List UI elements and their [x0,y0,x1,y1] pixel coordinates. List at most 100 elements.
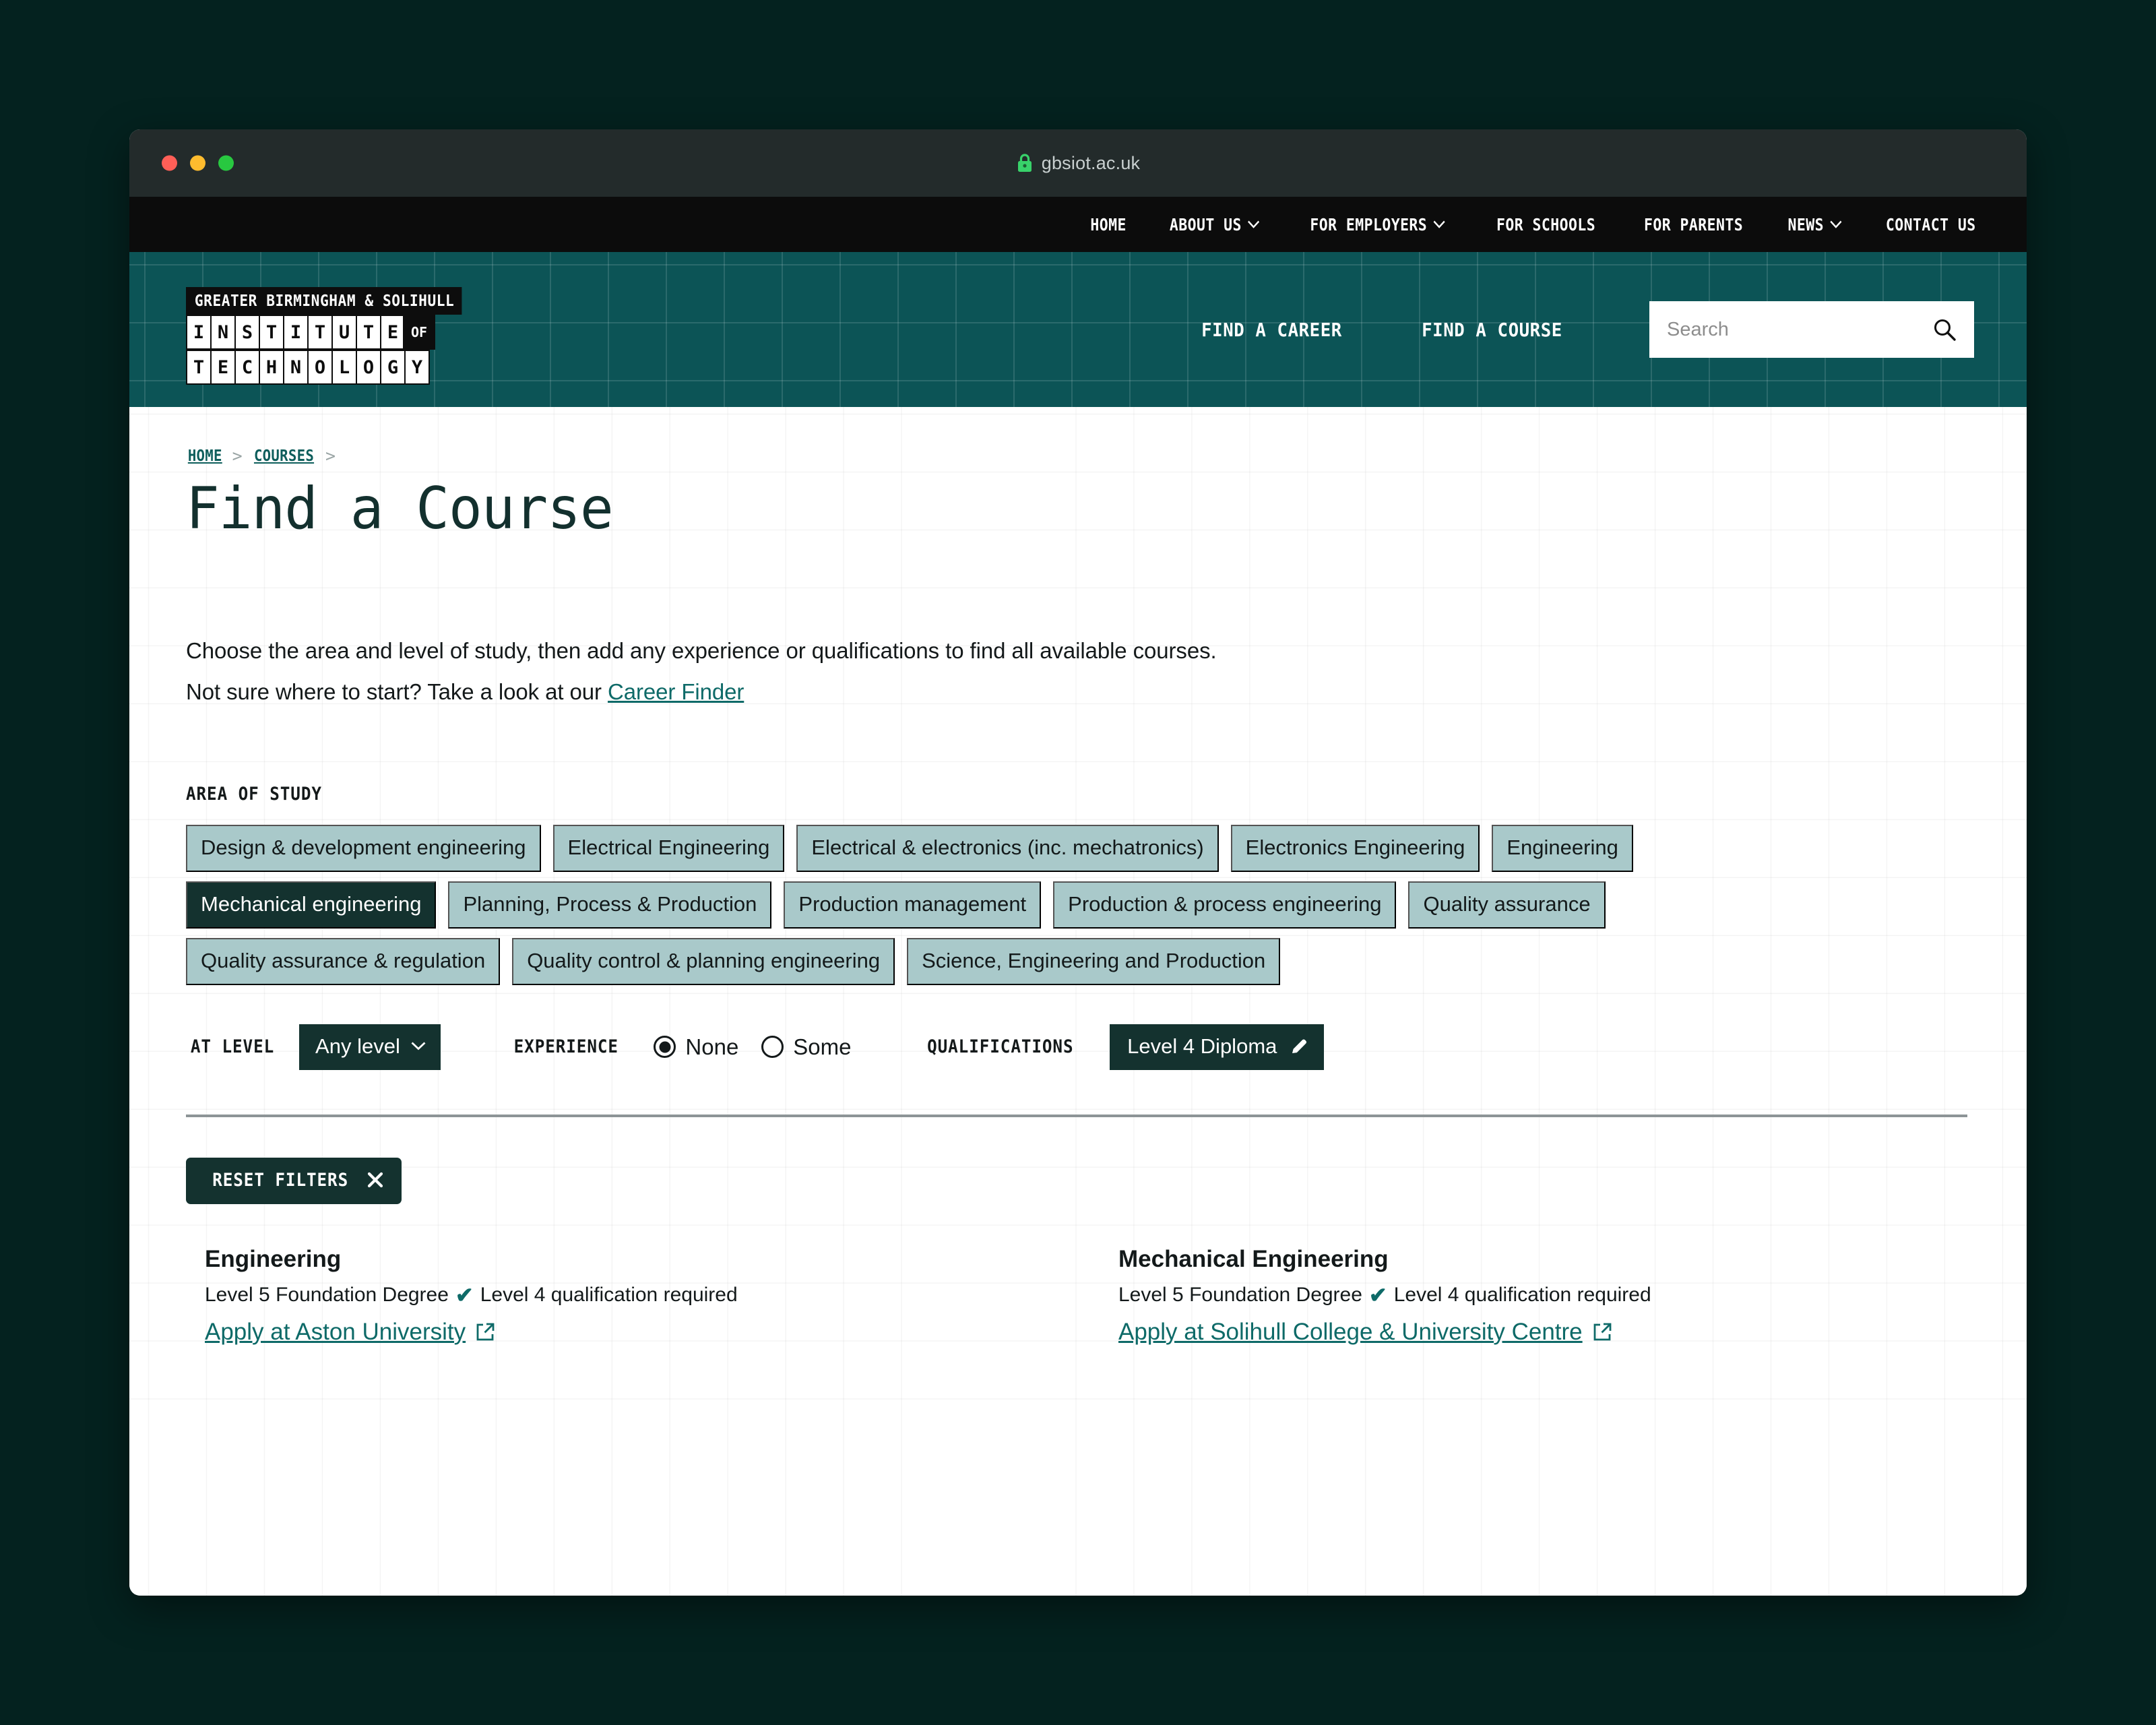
qualification-value: Level 4 Diploma [1127,1034,1277,1058]
logo-tile: N [283,350,309,385]
logo-tile: G [380,350,406,385]
logo-of-label: OF [403,315,435,350]
browser-titlebar: gbsiot.ac.uk [129,129,2027,197]
qualification-edit-button[interactable]: Level 4 Diploma [1110,1024,1325,1070]
apply-link-label: Apply at Aston University [205,1318,466,1345]
logo-tile: I [186,315,212,350]
chip-production-process-engineering[interactable]: Production & process engineering [1053,881,1397,929]
topnav-label: FOR SCHOOLS [1496,214,1596,234]
find-a-career-link[interactable]: FIND A CAREER [1170,319,1373,341]
chevron-down-icon [1247,220,1259,228]
chip-engineering[interactable]: Engineering [1492,825,1633,872]
area-of-study-chips: Design & development engineering Electri… [186,825,1877,985]
logo-tile: T [186,350,212,385]
pencil-icon [1292,1039,1307,1053]
logo-tile: H [259,350,284,385]
site-search [1649,301,1974,358]
course-meta: Level 5 Foundation Degree ✔ Level 4 qual… [205,1282,1118,1308]
reset-filters-button[interactable]: RESET FILTERS [186,1157,402,1204]
intro-text: Choose the area and level of study, then… [186,630,1970,712]
apply-link-label: Apply at Solihull College & University C… [1118,1318,1583,1345]
topnav-item-home[interactable]: HOME [1091,215,1127,234]
find-a-course-link[interactable]: FIND A COURSE [1391,319,1593,341]
course-meta: Level 5 Foundation Degree ✔ Level 4 qual… [1118,1282,1970,1308]
breadcrumb-separator: > [325,446,336,466]
address-bar[interactable]: gbsiot.ac.uk [1016,153,1140,174]
topnav-label: NEWS [1787,214,1825,234]
page-content: HOME > COURSES > Find a Course Choose th… [129,407,2027,1596]
search-icon[interactable] [1932,317,1957,342]
filters-divider [186,1114,1967,1117]
topnav-item-for-employers[interactable]: FOR EMPLOYERS [1310,215,1445,234]
experience-option-none[interactable]: None [654,1034,738,1060]
level-select[interactable]: Any level [299,1024,441,1070]
external-link-icon [476,1323,495,1340]
apply-link[interactable]: Apply at Solihull College & University C… [1118,1319,1612,1346]
logo-top-line: GREATER BIRMINGHAM & SOLIHULL [186,287,462,315]
course-title: Mechanical Engineering [1118,1245,1389,1272]
radio-indicator-some[interactable] [761,1036,784,1059]
chevron-down-icon [1433,220,1445,228]
masthead-actions: FIND A CAREER FIND A COURSE [1162,301,1974,358]
chip-quality-assurance-regulation[interactable]: Quality assurance & regulation [186,937,501,985]
course-requirement: Level 4 qualification required [1393,1283,1651,1306]
chevron-down-icon [411,1042,426,1050]
chip-mechanical-engineering[interactable]: Mechanical engineering [186,881,437,929]
intro-line-2-prefix: Not sure where to start? Take a look at … [186,679,608,705]
chip-electronics-engineering[interactable]: Electronics Engineering [1230,825,1480,872]
chip-production-management[interactable]: Production management [784,881,1042,929]
chip-planning-process-production[interactable]: Planning, Process & Production [448,881,772,929]
breadcrumb-item-courses[interactable]: COURSES [254,447,314,465]
experience-option-none-label: None [685,1034,739,1059]
logo-tile: T [259,315,284,350]
apply-link[interactable]: Apply at Aston University [205,1319,495,1346]
course-title: Engineering [205,1245,342,1272]
close-window-button[interactable] [162,155,177,171]
area-of-study-label: AREA OF STUDY [186,784,322,805]
chevron-down-icon [1830,220,1842,228]
breadcrumb-item-home[interactable]: HOME [188,447,222,465]
topnav-item-contact-us[interactable]: CONTACT US [1886,215,1976,234]
logo-tile: Y [404,350,430,385]
topnav-item-about-us[interactable]: ABOUT US [1169,215,1259,234]
browser-window: gbsiot.ac.uk HOME ABOUT US FOR EMPLOYERS… [129,129,2027,1596]
experience-option-some[interactable]: Some [761,1034,852,1060]
course-result-item: Mechanical Engineering Level 5 Foundatio… [1118,1246,1970,1346]
logo-tile: O [307,350,333,385]
logo-word-technology: T E C H N O L O G Y [186,350,486,385]
topnav-item-for-schools[interactable]: FOR SCHOOLS [1496,215,1595,234]
topnav-label: HOME [1090,214,1127,234]
search-input[interactable] [1667,318,1909,341]
experience-label: EXPERIENCE [513,1036,619,1058]
topnav-item-news[interactable]: NEWS [1788,215,1842,234]
page-title: Find a Course [186,475,614,542]
logo-tile: L [331,350,357,385]
logo-tile: E [380,315,406,350]
topnav-label: FOR PARENTS [1644,214,1744,234]
logo-tile: E [210,350,236,385]
course-level: Level 5 Foundation Degree [205,1283,449,1306]
intro-line-2: Not sure where to start? Take a look at … [186,671,1970,712]
logo-tile: U [331,315,357,350]
filter-controls: AT LEVEL Any level EXPERIENCE None Some … [186,1024,1970,1070]
course-results: Engineering Level 5 Foundation Degree ✔ … [186,1246,1970,1346]
chip-electrical-electronics[interactable]: Electrical & electronics (inc. mechatron… [796,825,1219,872]
logo-word-institute: I N S T I T U T E OF [186,315,486,350]
chip-electrical-engineering[interactable]: Electrical Engineering [552,825,785,872]
chip-design-development-engineering[interactable]: Design & development engineering [186,825,541,872]
chip-science-engineering-production[interactable]: Science, Engineering and Production [907,937,1281,985]
maximize-window-button[interactable] [218,155,234,171]
top-utility-nav: HOME ABOUT US FOR EMPLOYERS FOR SCHOOLS … [129,197,2027,252]
radio-indicator-none[interactable] [654,1036,676,1059]
chip-quality-control-planning-engineering[interactable]: Quality control & planning engineering [512,937,895,985]
topnav-item-for-parents[interactable]: FOR PARENTS [1644,215,1743,234]
career-finder-link[interactable]: Career Finder [608,679,744,704]
site-logo[interactable]: GREATER BIRMINGHAM & SOLIHULL I N S T I … [186,287,486,385]
logo-tile: S [234,315,260,350]
experience-radio-group: None Some [654,1034,852,1060]
minimize-window-button[interactable] [190,155,205,171]
check-icon: ✔ [455,1282,474,1307]
chip-quality-assurance[interactable]: Quality assurance [1408,881,1606,929]
level-select-value: Any level [315,1034,400,1058]
url-text: gbsiot.ac.uk [1041,152,1141,173]
